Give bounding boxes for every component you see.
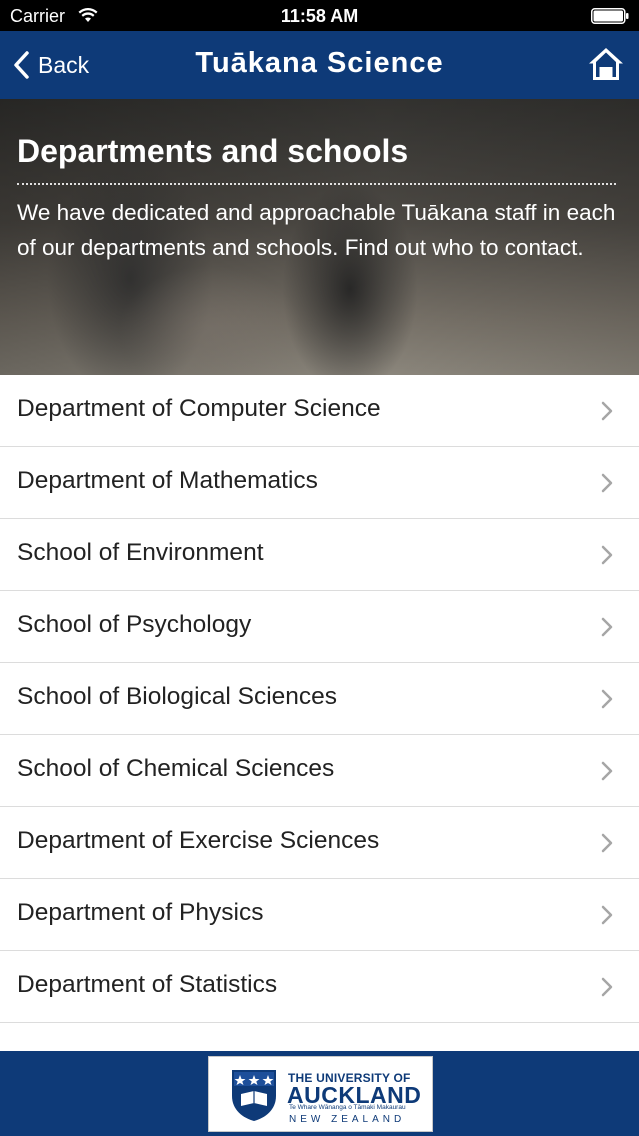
hero-banner: Departments and schools We have dedicate… <box>0 99 639 375</box>
crest-icon <box>232 1070 276 1121</box>
list-item[interactable]: School of Chemical Sciences <box>0 735 639 807</box>
list-item-label: Department of Physics <box>17 899 264 926</box>
hero-title: Departments and schools <box>17 133 409 169</box>
logo-line-3: Te Whare Wānanga o Tāmaki Makaurau <box>289 1104 406 1111</box>
list-item[interactable]: School of Environment <box>0 519 639 591</box>
page-title: Tuākana Science <box>195 47 444 79</box>
list-item[interactable]: School of Biological Sciences <box>0 663 639 735</box>
list-item-label: Department of Mathematics <box>17 467 318 494</box>
list-item-label: Department of Computer Science <box>17 395 381 422</box>
home-icon[interactable] <box>587 45 625 83</box>
chevron-right-icon <box>601 689 613 709</box>
hero-divider <box>17 183 616 185</box>
chevron-right-icon <box>601 545 613 565</box>
logo-line-4: NEW ZEALAND <box>289 1114 406 1125</box>
status-time: 11:58 AM <box>280 6 359 26</box>
footer-bar: THE UNIVERSITY OF AUCKLAND Te Whare Wāna… <box>0 1051 639 1136</box>
list-item-label: Department of Exercise Sciences <box>17 827 380 854</box>
list-item[interactable]: School of Psychology <box>0 591 639 663</box>
chevron-right-icon <box>601 617 613 637</box>
hero-description: We have dedicated and approachable Tuāka… <box>17 200 616 260</box>
list-item-label: School of Biological Sciences <box>17 683 338 710</box>
list-item-label: Department of Statistics <box>17 971 278 998</box>
list-item[interactable]: Department of Mathematics <box>0 447 639 519</box>
list-item-label: School of Psychology <box>17 611 252 638</box>
nav-bar: Back Tuākana Science <box>0 31 639 99</box>
university-logo[interactable]: THE UNIVERSITY OF AUCKLAND Te Whare Wāna… <box>208 1056 433 1132</box>
chevron-right-icon <box>601 761 613 781</box>
list-item[interactable]: Department of Physics <box>0 879 639 951</box>
list-item[interactable]: Department of Computer Science <box>0 375 639 447</box>
list-item-label: School of Chemical Sciences <box>17 755 335 782</box>
department-list: Department of Computer Science Departmen… <box>0 375 639 1023</box>
chevron-right-icon <box>601 905 613 925</box>
list-item-label: School of Environment <box>17 539 264 566</box>
list-item[interactable]: Department of Exercise Sciences <box>0 807 639 879</box>
chevron-right-icon <box>601 401 613 421</box>
chevron-right-icon <box>601 833 613 853</box>
chevron-right-icon <box>601 473 613 493</box>
battery-icon <box>591 8 629 24</box>
chevron-right-icon <box>601 977 613 997</box>
status-bar: Carrier 11:58 AM <box>0 0 639 31</box>
list-item[interactable]: Department of Statistics <box>0 951 639 1023</box>
